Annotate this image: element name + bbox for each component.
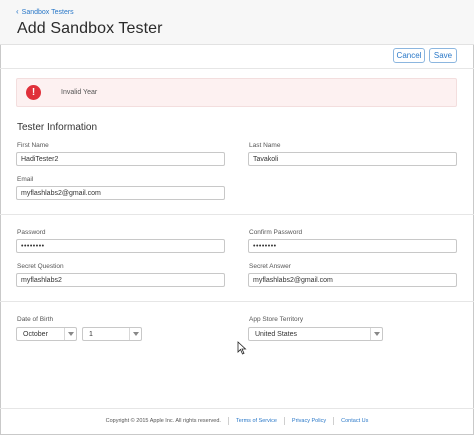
error-message: Invalid Year: [61, 89, 98, 96]
section-divider: [0, 301, 474, 302]
chevron-down-icon: [64, 328, 76, 340]
terms-link[interactable]: Terms of Service: [236, 418, 277, 424]
confirm-password-label: Confirm Password: [249, 229, 303, 236]
contact-link[interactable]: Contact Us: [341, 418, 368, 424]
mouse-pointer-icon: [237, 341, 247, 355]
secret-question-field[interactable]: myflashlabs2: [16, 273, 225, 287]
section-divider: [0, 214, 474, 215]
password-field[interactable]: ••••••••: [16, 239, 225, 253]
header-bar: ‹ Sandbox Testers Add Sandbox Tester: [0, 0, 474, 45]
first-name-field[interactable]: HadiTester2: [16, 152, 225, 166]
secret-answer-field[interactable]: myflashlabs2@gmail.com: [248, 273, 457, 287]
page-title: Add Sandbox Tester: [17, 20, 163, 37]
privacy-link[interactable]: Privacy Policy: [292, 418, 326, 424]
email-label: Email: [17, 176, 34, 183]
first-name-label: First Name: [17, 142, 49, 149]
last-name-label: Last Name: [249, 142, 281, 149]
password-label: Password: [17, 229, 46, 236]
confirm-password-field[interactable]: ••••••••: [248, 239, 457, 253]
chevron-down-icon: [129, 328, 141, 340]
territory-select[interactable]: United States: [248, 327, 383, 341]
footer-separator: [333, 417, 335, 425]
footer: Copyright © 2015 Apple Inc. All rights r…: [0, 408, 474, 435]
action-toolbar: Cancel Save: [0, 45, 474, 69]
app-store-territory-label: App Store Territory: [249, 316, 304, 323]
copyright-text: Copyright © 2015 Apple Inc. All rights r…: [105, 418, 221, 424]
error-banner: ! Invalid Year: [16, 78, 457, 107]
last-name-field[interactable]: Tavakoli: [248, 152, 457, 166]
footer-separator: [283, 417, 285, 425]
date-of-birth-label: Date of Birth: [17, 316, 54, 323]
save-button[interactable]: Save: [429, 48, 457, 63]
breadcrumb-back-link[interactable]: ‹ Sandbox Testers: [16, 8, 74, 16]
birth-day-value: 1: [89, 330, 93, 338]
chevron-left-icon: ‹: [16, 7, 19, 16]
footer-separator: [227, 417, 229, 425]
birth-month-value: October: [23, 330, 48, 338]
exclamation-icon: !: [26, 85, 41, 100]
birth-month-select[interactable]: October: [16, 327, 77, 341]
secret-question-label: Secret Question: [17, 263, 64, 270]
birth-day-select[interactable]: 1: [82, 327, 142, 341]
territory-value: United States: [255, 330, 298, 338]
section-title: Tester Information: [17, 122, 98, 133]
cancel-button[interactable]: Cancel: [393, 48, 425, 63]
secret-answer-label: Secret Answer: [249, 263, 291, 270]
chevron-down-icon: [370, 328, 382, 340]
email-field[interactable]: myflashlabs2@gmail.com: [16, 186, 225, 200]
breadcrumb-label: Sandbox Testers: [21, 8, 74, 16]
